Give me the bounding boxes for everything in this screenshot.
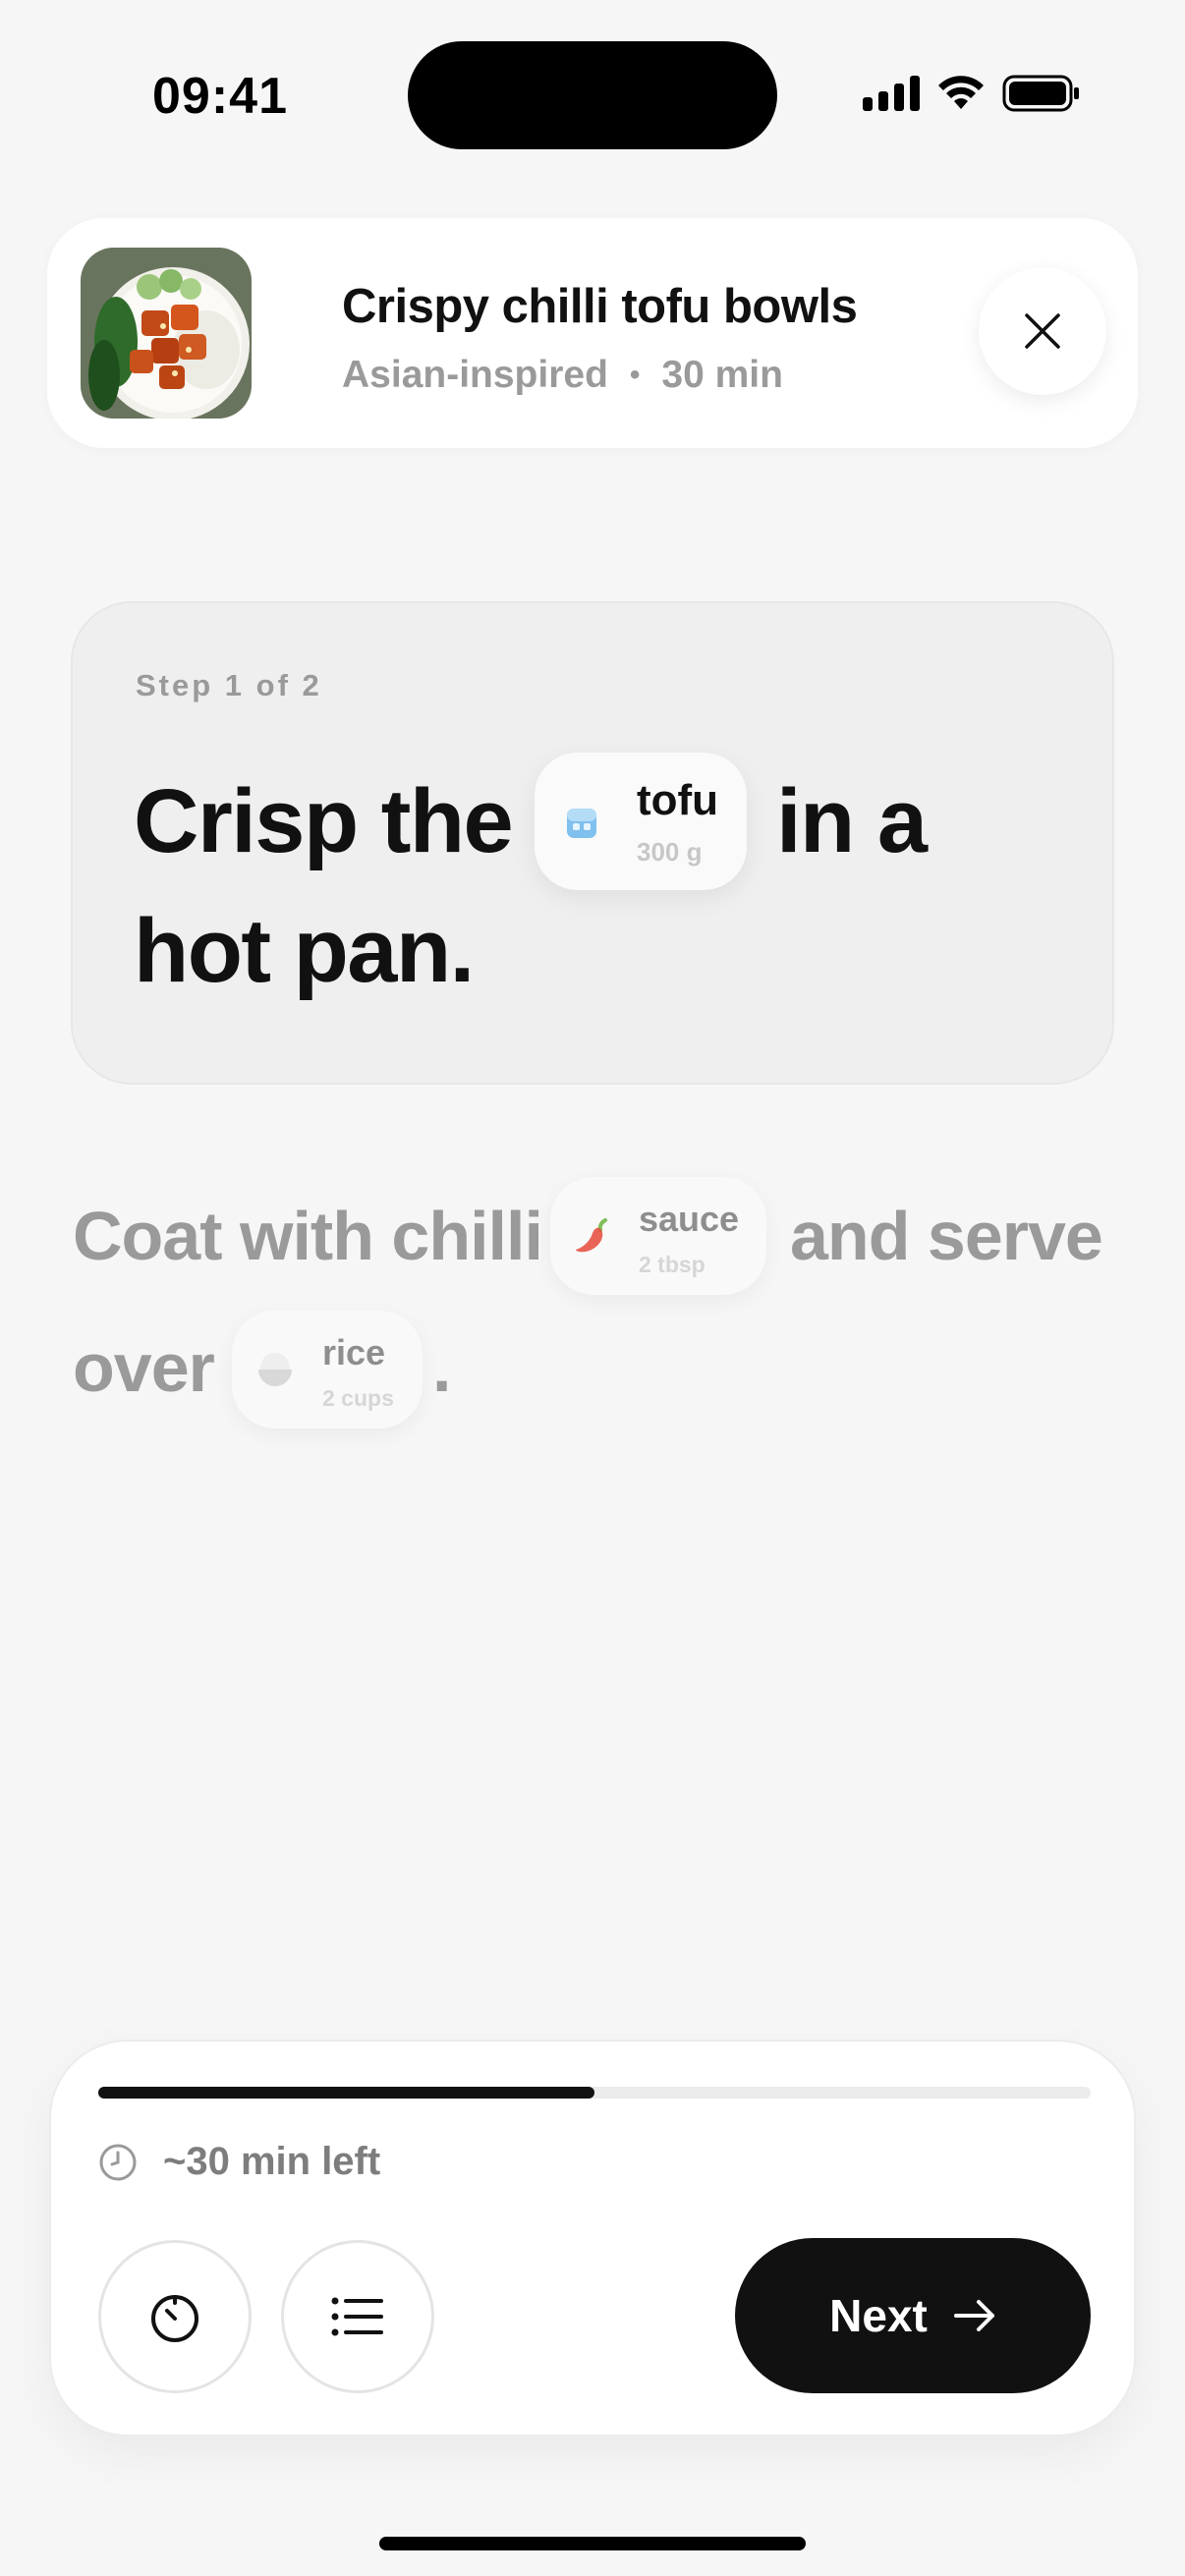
next-button-label: Next [829,2290,928,2341]
next-step-text-before: Coat with chilli [73,1198,543,1274]
ingredient-name: tofu [637,776,719,824]
next-button[interactable]: Next [735,2238,1091,2393]
meta-separator: • [629,359,641,391]
ingredient-name: sauce [639,1199,740,1239]
next-step-text-line2: over [73,1329,215,1406]
ingredient-quantity: 300 g [637,837,703,867]
wifi-icon [938,76,984,109]
battery-icon [1002,75,1079,112]
ice-cube-icon [567,809,596,838]
timer-button[interactable] [98,2240,252,2393]
home-indicator [379,2537,806,2550]
ingredient-quantity: 2 tbsp [639,1252,705,1277]
bottom-control-panel: ~30 min left Next [49,2040,1136,2436]
ingredient-quantity: 2 cups [322,1385,394,1411]
step-text-before: Crisp the [134,771,514,871]
ingredient-chip-tofu[interactable]: tofu 300 g [535,753,747,890]
ingredient-name: rice [322,1332,386,1372]
recipe-header-card: Crispy chilli tofu bowls Asian-inspired … [47,218,1138,448]
next-step-text-after: and serve [790,1198,1103,1274]
ingredients-list-button[interactable] [281,2240,434,2393]
recipe-duration: 30 min [661,354,783,396]
timer-icon [151,2295,198,2342]
next-step-text-end: . [432,1329,451,1406]
time-left-text: ~30 min left [163,2140,381,2183]
step-counter: Step 1 of 2 [136,668,322,702]
dynamic-island [408,41,777,149]
ingredient-chip-sauce[interactable]: sauce 2 tbsp [550,1177,766,1295]
step-text-line1: Crisp the [134,770,514,873]
progress-fill [98,2087,594,2099]
cellular-signal-icon [863,76,920,111]
close-button[interactable] [979,267,1106,395]
status-icons [863,75,1081,112]
rice-bowl-icon [258,1353,292,1386]
arrow-right-icon [953,2300,994,2331]
ingredient-chip-rice[interactable]: rice 2 cups [232,1311,423,1428]
recipe-meta: Asian-inspired • 30 min [342,354,783,397]
step-text-line2: hot pan. [134,901,475,1001]
recipe-title: Crispy chilli tofu bowls [342,280,858,333]
chili-pepper-icon [576,1218,607,1253]
tofu-bowl-photo [81,248,252,419]
step-text-line1-end: in a [776,771,928,871]
clock-icon [99,2144,137,2180]
current-step-card: Step 1 of 2 Crisp the tofu 300 g in a ho… [71,601,1114,1085]
recipe-thumbnail [81,248,252,419]
list-icon [331,2297,383,2336]
status-time: 09:41 [152,68,288,125]
close-icon [1025,313,1060,349]
progress-bar [98,2087,1091,2099]
recipe-cuisine: Asian-inspired [342,354,608,396]
time-remaining: ~30 min left [98,2140,380,2184]
